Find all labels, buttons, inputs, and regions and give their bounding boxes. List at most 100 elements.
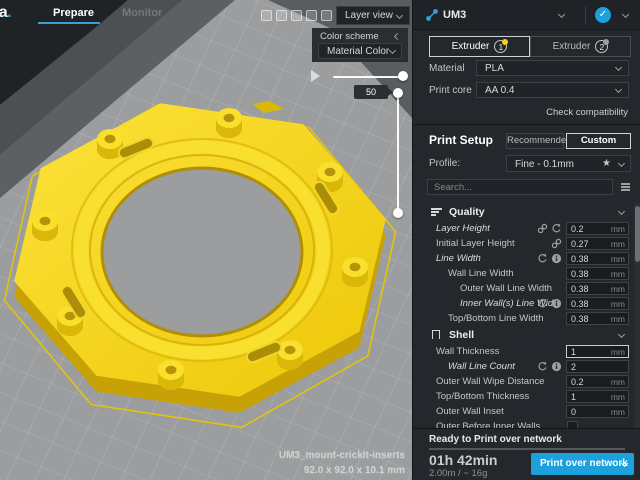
star-icon[interactable]: ★ — [602, 158, 611, 169]
view-front-icon[interactable] — [276, 10, 287, 21]
view-right-icon[interactable] — [321, 10, 332, 21]
search-input[interactable] — [427, 179, 613, 195]
section-header-quality[interactable]: Quality — [413, 203, 640, 221]
chevron-down-icon — [618, 208, 625, 215]
print-over-network-button[interactable]: Print over network — [531, 453, 634, 475]
layer-slider-top-handle[interactable] — [393, 88, 403, 98]
buildplate-decor — [0, 0, 412, 480]
chevron-down-icon — [389, 47, 396, 54]
material-select[interactable]: PLA — [476, 60, 629, 76]
print-core-select[interactable]: AA 0.4 — [476, 82, 629, 98]
model-dimensions: 92.0 x 92.0 x 10.1 mm — [279, 463, 405, 478]
setting-value-input[interactable]: 0.27mm — [566, 237, 629, 250]
setting-label: Wall Line Count — [448, 361, 515, 372]
setting-row: Outer Wall Line Width0.38mm — [413, 281, 640, 296]
setting-value-input[interactable]: 1mm — [566, 390, 629, 403]
setting-value-input[interactable]: 0.38mm — [566, 267, 629, 280]
extruder-2-tab[interactable]: Extruder 2 — [530, 36, 631, 57]
chevron-down-icon — [615, 86, 622, 93]
setting-label: Outer Wall Inset — [436, 406, 504, 417]
revert-icon — [537, 253, 548, 264]
mode-custom-button[interactable]: Custom — [566, 133, 631, 149]
model-name: UM3_mount-crickit-inserts — [279, 448, 405, 463]
setting-value-input[interactable]: 0mm — [566, 405, 629, 418]
filter-menu-icon[interactable] — [621, 183, 630, 192]
setting-row: Wall Line Width0.38mm — [413, 266, 640, 281]
settings-list: QualityLayer Height0.2mmInitial Layer He… — [413, 203, 640, 428]
setting-value-input[interactable]: 0.38mm — [566, 282, 629, 295]
logo-dot: . — [7, 4, 11, 21]
setting-value-input[interactable]: 0.38mm — [566, 297, 629, 310]
chevron-down-icon — [615, 64, 622, 71]
shell-icon — [432, 330, 440, 339]
info-icon — [551, 253, 562, 264]
layer-number-badge: 50 — [354, 85, 388, 99]
header-divider — [585, 6, 586, 24]
tab-prepare[interactable]: Prepare — [53, 7, 94, 19]
setting-row: Inner Wall(s) Line Width0.38mm — [413, 296, 640, 311]
print-core-label: Print core — [429, 85, 472, 96]
unit-label: mm — [611, 269, 625, 279]
ring-inner-rim — [90, 155, 314, 345]
model-3d[interactable] — [0, 0, 412, 480]
extruder-1-tab[interactable]: Extruder 1 — [429, 36, 530, 57]
view-3d-icon[interactable] — [261, 10, 272, 21]
setting-checkbox[interactable] — [567, 421, 578, 429]
model-side — [14, 119, 386, 412]
connection-status-icon: ✓ — [595, 7, 611, 23]
view-left-icon[interactable] — [306, 10, 317, 21]
unit-label: mm — [611, 299, 625, 309]
info-icon — [551, 298, 562, 309]
check-compatibility-link[interactable]: Check compatibility — [546, 107, 628, 118]
color-scheme-label: Color scheme — [320, 31, 379, 42]
network-printer-icon — [425, 8, 439, 22]
view-top-icon[interactable] — [291, 10, 302, 21]
material-color-dot — [502, 39, 508, 45]
setting-row: Wall Line Count 2 — [413, 359, 640, 374]
setting-value-input[interactable]: 1mm — [566, 345, 629, 358]
info-icon — [551, 361, 562, 372]
path-slider-track[interactable] — [333, 76, 403, 78]
unit-label: mm — [611, 224, 625, 234]
setting-row: Line Width 0.38mm — [413, 251, 640, 266]
unit-label: mm — [611, 347, 625, 357]
ring-outer-rim — [72, 139, 332, 361]
scrollbar-thumb[interactable] — [635, 206, 640, 262]
setting-value-input[interactable]: 0.2mm — [566, 222, 629, 235]
mode-recommended-button[interactable]: Recommended — [506, 133, 564, 149]
setting-label: Line Width — [436, 253, 481, 264]
printer-header: UM3 ✓ — [413, 0, 640, 30]
camera-view-toolbar — [261, 10, 332, 21]
color-scheme-select[interactable]: Material Color — [318, 43, 402, 59]
view-mode-select[interactable]: Layer view — [336, 6, 410, 25]
setting-value-input[interactable]: 0.38mm — [566, 312, 629, 325]
layer-slider-track[interactable] — [397, 92, 399, 213]
play-simulation-button[interactable] — [311, 70, 320, 82]
model-info: UM3_mount-crickit-inserts 92.0 x 92.0 x … — [279, 448, 405, 478]
printer-select-chevron-icon[interactable] — [558, 11, 565, 18]
setting-value-input[interactable]: 2 — [566, 360, 629, 373]
viewport-3d[interactable]: ra. Prepare Monitor Layer view Color sch… — [0, 0, 412, 480]
divider — [413, 124, 640, 125]
setting-row: Outer Wall Wipe Distance 0.2mm — [413, 374, 640, 389]
unit-label: mm — [611, 377, 625, 387]
path-slider-handle[interactable] — [398, 71, 408, 81]
setting-label: Top/Bottom Thickness — [436, 391, 529, 402]
layer-slider-bottom-handle[interactable] — [393, 208, 403, 218]
status-chevron-icon[interactable] — [622, 11, 629, 18]
setting-value-input[interactable]: 0.38mm — [566, 252, 629, 265]
collapse-panel-icon[interactable] — [394, 33, 401, 40]
setting-row: Outer Wall Inset 0mm — [413, 404, 640, 419]
setting-label: Outer Wall Wipe Distance — [436, 376, 544, 387]
settings-scrollbar[interactable] — [634, 203, 640, 428]
model-slots — [60, 136, 340, 364]
setting-label: Wall Thickness — [436, 346, 499, 357]
section-header-shell[interactable]: Shell — [413, 326, 640, 344]
profile-select[interactable]: Fine - 0.1mm ★ — [506, 155, 631, 172]
unit-label: mm — [611, 407, 625, 417]
cura-window: ra. Prepare Monitor Layer view Color sch… — [0, 0, 640, 480]
unit-label: mm — [611, 254, 625, 264]
setting-value-input[interactable]: 0.2mm — [566, 375, 629, 388]
tab-monitor[interactable]: Monitor — [122, 7, 162, 19]
footer-divider — [429, 448, 625, 450]
